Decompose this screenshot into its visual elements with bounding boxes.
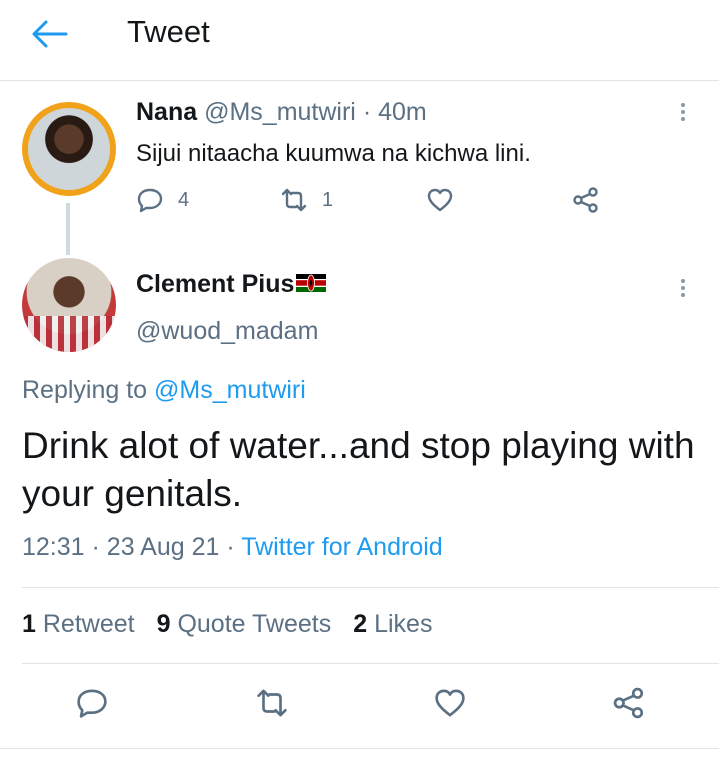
retweets-label: Retweet: [42, 610, 135, 638]
reply-icon[interactable]: [75, 686, 109, 720]
main-tweet-text: Drink alot of water...and stop playing w…: [22, 425, 695, 514]
main-action-bar: [0, 686, 719, 726]
heart-icon: [427, 188, 453, 212]
quotes-stat[interactable]: 9 Quote Tweets: [157, 610, 332, 639]
retweets-stat[interactable]: 1 Retweet: [22, 610, 135, 639]
retweets-count: 1: [22, 610, 36, 638]
main-more-icon[interactable]: [681, 276, 687, 300]
tweet-source-link[interactable]: Twitter for Android: [241, 533, 442, 561]
thread-line: [66, 203, 70, 255]
replying-to-line: Replying to @Ms_mutwiri: [22, 376, 306, 405]
quotes-label: Quote Tweets: [177, 610, 332, 638]
avatar-nana[interactable]: [22, 102, 116, 196]
parent-author-name[interactable]: Nana: [136, 98, 197, 126]
heart-icon[interactable]: [433, 686, 467, 720]
likes-count: 2: [353, 610, 368, 638]
parent-tweet-header: Nana @Ms_mutwiri · 40m: [136, 98, 427, 127]
meta-separator: ·: [91, 533, 100, 561]
main-author-handle[interactable]: @wuod_madam: [136, 317, 318, 346]
share-icon[interactable]: [612, 686, 646, 720]
likes-label: Likes: [374, 610, 433, 638]
meta-separator: ·: [226, 533, 235, 561]
parent-reply-button[interactable]: 4: [136, 186, 189, 214]
likes-stat[interactable]: 2 Likes: [353, 610, 432, 639]
tweet-meta: 12:31 · 23 Aug 21 · Twitter for Android: [22, 533, 443, 562]
main-author-row: Clement Pius: [136, 270, 327, 299]
parent-tweet-text: Sijui nitaacha kuumwa na kichwa lini.: [136, 140, 531, 167]
parent-tweet-time: 40m: [378, 98, 427, 126]
parent-more-icon[interactable]: [681, 100, 687, 124]
divider: [22, 663, 719, 664]
parent-reply-count: 4: [178, 188, 190, 211]
divider: [22, 587, 719, 588]
kenya-flag-icon: [296, 274, 327, 293]
parent-author-handle[interactable]: @Ms_mutwiri: [204, 98, 356, 126]
avatar-clement[interactable]: [22, 258, 116, 352]
back-arrow-icon[interactable]: [30, 18, 70, 50]
retweet-icon: [281, 188, 307, 212]
parent-action-bar: 4 1: [136, 186, 616, 220]
tweet-date: 23 Aug 21: [106, 533, 220, 561]
quotes-count: 9: [156, 610, 171, 638]
reply-icon: [137, 188, 163, 213]
parent-retweet-button[interactable]: 1: [280, 186, 333, 214]
replying-prefix: Replying to: [22, 376, 155, 404]
retweet-icon[interactable]: [255, 686, 289, 720]
main-author-name[interactable]: Clement Pius: [136, 270, 294, 298]
top-bar: [0, 0, 719, 81]
replying-to-link[interactable]: @Ms_mutwiri: [154, 376, 306, 404]
engagement-stats: 1 Retweet 9 Quote Tweets 2 Likes: [22, 610, 432, 639]
tweet-time: 12:31: [22, 533, 85, 561]
share-icon: [573, 187, 598, 213]
page-title: Tweet: [127, 14, 210, 49]
separator-dot: ·: [362, 98, 372, 126]
parent-retweet-count: 1: [322, 188, 334, 211]
divider: [0, 748, 719, 749]
parent-like-button[interactable]: [426, 186, 468, 214]
parent-share-button[interactable]: [572, 186, 614, 214]
